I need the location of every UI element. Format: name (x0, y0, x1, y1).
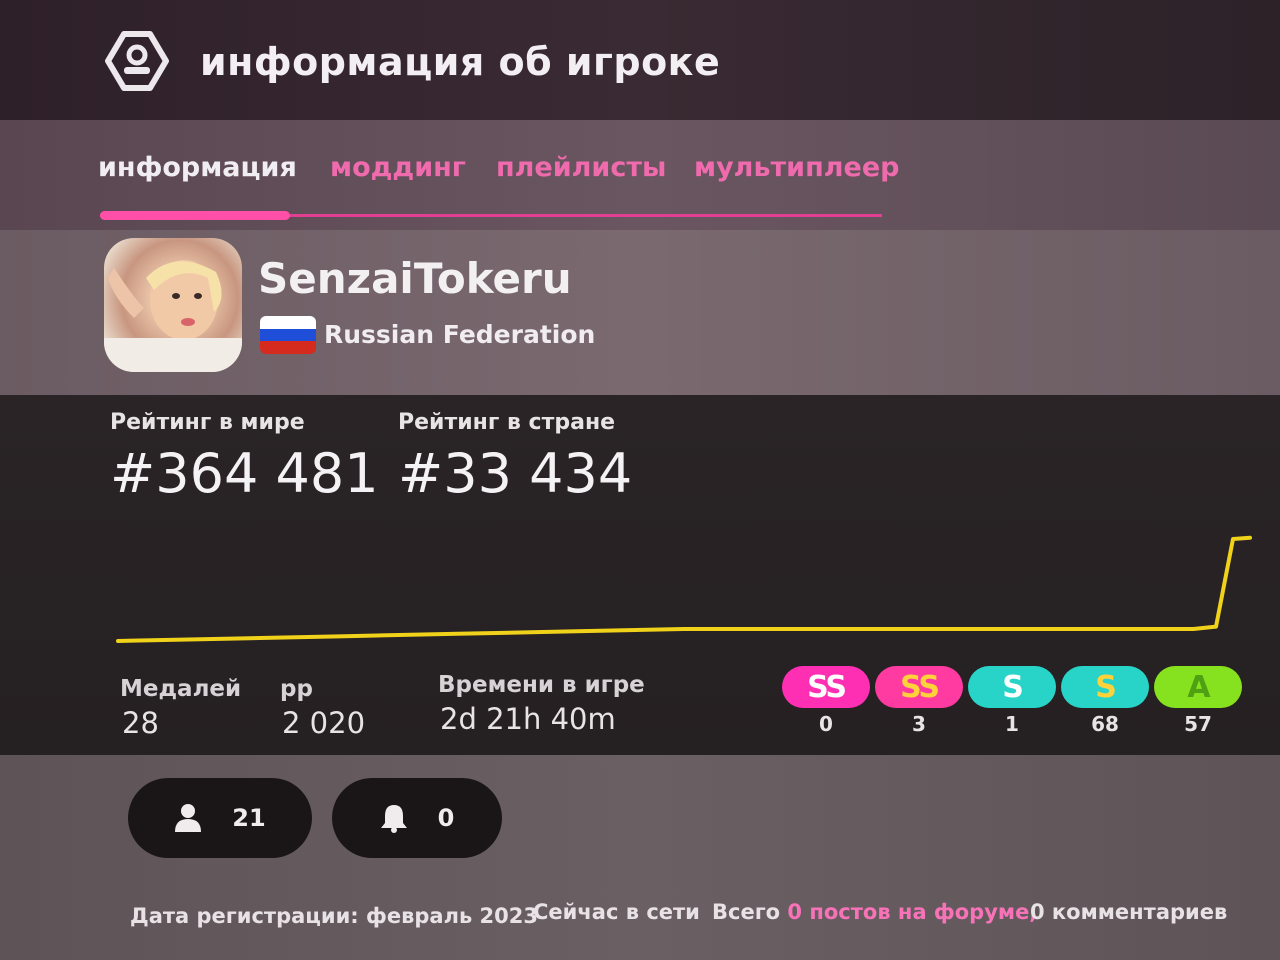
grade-count-2: 3 (912, 712, 926, 736)
global-rank-value: #364 481 (110, 442, 379, 505)
page-header: информация об игроке (0, 0, 1280, 120)
grade-badge-3: S (968, 666, 1056, 708)
medals-value: 28 (122, 706, 159, 740)
medals-label: Медалей (120, 676, 242, 702)
grade-badge-5: A (1154, 666, 1242, 708)
page-title: информация об игроке (200, 40, 721, 84)
avatar-image (104, 260, 242, 372)
followers-button[interactable]: 21 (128, 778, 312, 858)
country-flag-icon (260, 316, 316, 354)
country-rank-value: #33 434 (398, 442, 633, 505)
bell-icon (380, 805, 407, 833)
followers-count: 21 (232, 804, 266, 832)
tab-playlists[interactable]: плейлисты (496, 152, 666, 183)
grade-badge-1: SS (782, 666, 870, 708)
tab-info[interactable]: информация (98, 152, 297, 183)
country-rank-label: Рейтинг в стране (398, 410, 616, 435)
grade-count-1: 0 (819, 712, 833, 736)
grade-badge-2: SS (875, 666, 963, 708)
comments-link[interactable]: 0 комментариев (1030, 900, 1227, 924)
grade-count-5: 57 (1184, 712, 1212, 736)
join-date: Дата регистрации: февраль 2023 (130, 904, 539, 928)
avatar[interactable] (104, 238, 242, 372)
playtime-value: 2d 21h 40m (440, 702, 616, 736)
subscribers-button[interactable]: 0 (332, 778, 502, 858)
username: SenzaiTokeru (258, 254, 572, 303)
user-badge-icon (105, 31, 169, 91)
grade-badge-4: S (1061, 666, 1149, 708)
forum-posts-prefix: Всего (712, 900, 781, 924)
tab-active-indicator (100, 211, 290, 220)
rank-history-line (116, 535, 1252, 643)
global-rank-label: Рейтинг в мире (110, 410, 305, 435)
playtime-label: Времени в игре (438, 672, 645, 698)
grade-count-3: 1 (1005, 712, 1019, 736)
pp-value: 2 020 (282, 706, 366, 740)
country-name[interactable]: Russian Federation (324, 320, 595, 349)
forum-posts-link[interactable]: 0 постов на форуме, (787, 900, 1037, 924)
subscribers-count: 0 (437, 804, 455, 832)
rank-history-chart[interactable] (110, 505, 1260, 655)
tab-modding[interactable]: моддинг (330, 152, 466, 183)
online-status: Сейчас в сети (533, 900, 700, 924)
user-icon (175, 804, 202, 832)
pp-label: pp (280, 676, 313, 702)
grade-count-4: 68 (1091, 712, 1119, 736)
forum-posts: Всего 0 постов на форуме, (712, 900, 1037, 924)
tab-multiplayer[interactable]: мультиплеер (694, 152, 899, 183)
